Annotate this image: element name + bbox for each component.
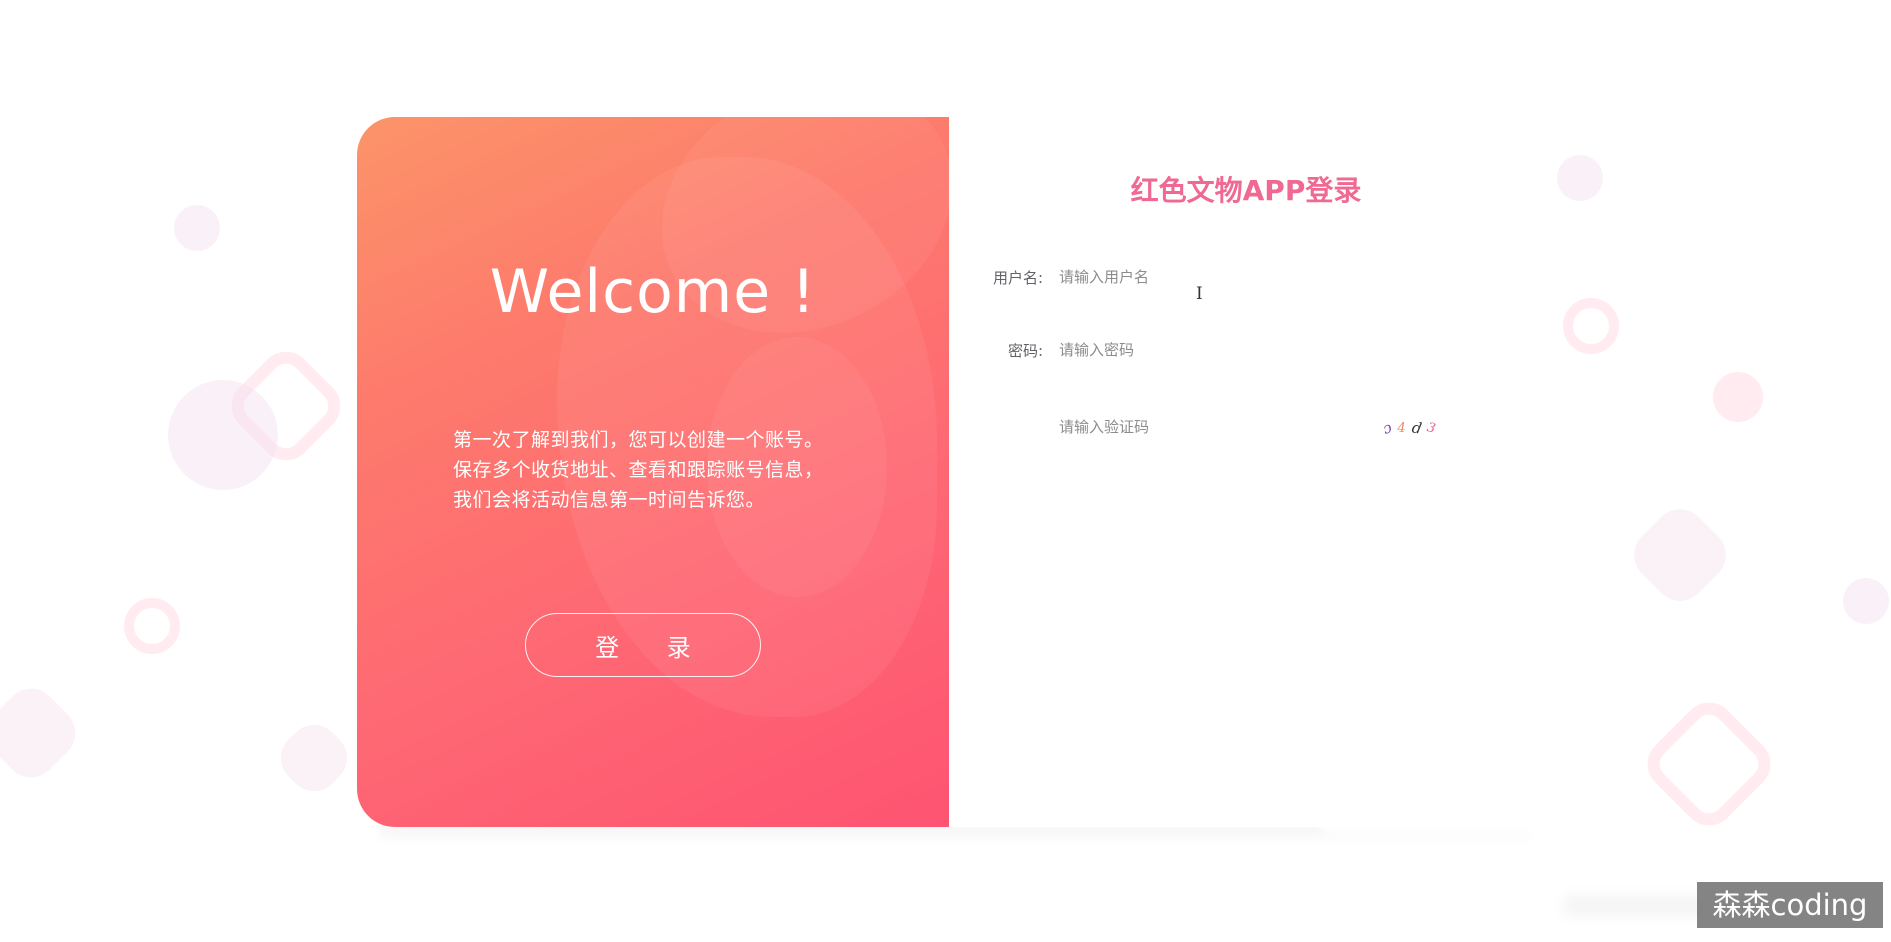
password-input[interactable]	[1059, 341, 1339, 359]
intro-text: 第一次了解到我们，您可以创建一个账号。 保存多个收货地址、查看和跟踪账号信息， …	[453, 425, 893, 515]
bg-bubble	[1557, 155, 1603, 201]
login-page: Welcome ! 第一次了解到我们，您可以创建一个账号。 保存多个收货地址、查…	[0, 0, 1891, 942]
glare	[1322, 815, 1542, 837]
captcha-char: 4	[1397, 420, 1406, 436]
password-row: 密码:	[949, 335, 1509, 365]
username-row: 用户名:	[949, 262, 1509, 292]
captcha-char: ɔ	[1380, 418, 1395, 438]
bg-ring	[124, 598, 180, 654]
bg-bubble	[1843, 578, 1889, 624]
intro-line: 我们会将活动信息第一时间告诉您。	[453, 489, 766, 511]
watermark: 森森coding	[1697, 882, 1883, 928]
captcha-input[interactable]	[1059, 418, 1339, 436]
watermark-shadow	[1565, 895, 1705, 917]
captcha-char: d	[1410, 418, 1423, 438]
captcha-char: 3	[1425, 419, 1438, 437]
login-button[interactable]: 登 录	[525, 613, 761, 677]
bg-bubble	[1713, 372, 1763, 422]
form-title: 红色文物APP登录	[1130, 174, 1362, 207]
login-form-panel: 红色文物APP登录 用户名: 密码: ɔ 4 d 3	[949, 117, 1537, 827]
bg-bubble	[168, 380, 278, 490]
bg-bubble	[174, 205, 220, 251]
bg-ring	[1563, 298, 1619, 354]
intro-line: 保存多个收货地址、查看和跟踪账号信息，	[453, 459, 824, 481]
captcha-image[interactable]: ɔ 4 d 3	[1380, 417, 1453, 439]
bg-diamond	[1623, 498, 1737, 612]
bg-diamond	[0, 677, 87, 789]
bg-diamond-outline	[1636, 691, 1782, 837]
intro-line: 第一次了解到我们，您可以创建一个账号。	[453, 429, 824, 451]
welcome-panel: Welcome ! 第一次了解到我们，您可以创建一个账号。 保存多个收货地址、查…	[357, 117, 949, 827]
text-cursor-icon: I	[1196, 284, 1203, 304]
bg-diamond	[270, 714, 358, 802]
password-label: 密码:	[1007, 341, 1043, 360]
login-card: Welcome ! 第一次了解到我们，您可以创建一个账号。 保存多个收货地址、查…	[357, 117, 1537, 827]
welcome-heading: Welcome !	[489, 257, 817, 327]
username-label: 用户名:	[992, 268, 1043, 287]
